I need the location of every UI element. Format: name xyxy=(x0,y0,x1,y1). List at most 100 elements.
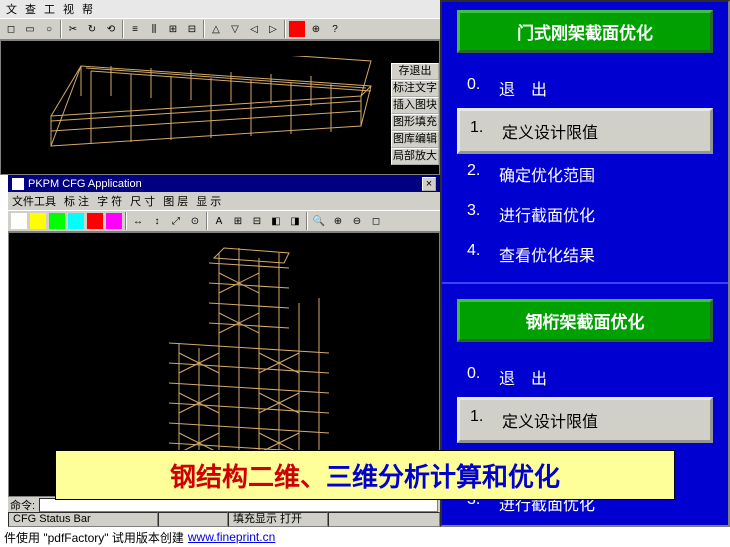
menu-file-tools[interactable]: 文件工具 xyxy=(12,193,56,209)
tool-button[interactable]: ✂ xyxy=(64,20,82,38)
tool-button[interactable]: ◻ xyxy=(2,20,20,38)
viewport-3d-top[interactable]: 存退出 标注文字 插入图块 图形填充 图库编辑 局部放大 xyxy=(0,40,440,175)
tool-button[interactable]: ⊕ xyxy=(307,20,325,38)
tool-button[interactable]: ◁ xyxy=(245,20,263,38)
menu-num: 2. xyxy=(467,162,487,186)
status-bar: CFG Status Bar 填充显示 打开 xyxy=(8,512,440,527)
menu-option[interactable]: 2. 确定优化范围 xyxy=(457,154,713,194)
app2-menubar: 文件工具 标 注 字 符 尺 寸 图 层 显 示 xyxy=(8,192,440,210)
menu-option[interactable]: 1. 定义设计限值 xyxy=(457,397,713,443)
app2-toolbar: ↔ ↕ ⤢ ⊙ A ⊞ ⊟ ◧ ◨ 🔍 ⊕ ⊖ ◻ xyxy=(8,210,440,232)
color-btn[interactable] xyxy=(105,212,123,230)
menu-num: 3. xyxy=(467,202,487,226)
tool-button[interactable]: A xyxy=(210,212,228,230)
tool-button[interactable]: ▷ xyxy=(264,20,282,38)
menu-num: 1. xyxy=(470,119,490,143)
menu-label: 定义设计限值 xyxy=(502,408,598,432)
tool-button[interactable]: ⊟ xyxy=(248,212,266,230)
tool-button[interactable]: ⊖ xyxy=(348,212,366,230)
side-btn-zoom[interactable]: 局部放大 xyxy=(391,148,439,165)
status-text: CFG Status Bar xyxy=(8,512,158,527)
tool-button[interactable]: ↻ xyxy=(83,20,101,38)
menu-characters[interactable]: 字 符 xyxy=(97,193,122,209)
color-btn[interactable] xyxy=(67,212,85,230)
tool-button[interactable]: △ xyxy=(207,20,225,38)
menu-item[interactable]: 查 xyxy=(23,1,38,17)
tool-button[interactable]: ⫼ xyxy=(145,20,163,38)
menu-dimensions[interactable]: 尺 寸 xyxy=(130,193,155,209)
status-coord xyxy=(158,512,228,527)
title-banner: 钢结构二维、三维分析计算和优化 xyxy=(55,450,675,500)
menu-num: 4. xyxy=(467,242,487,266)
side-btn-hatch[interactable]: 图形填充 xyxy=(391,114,439,131)
tool-button[interactable]: ○ xyxy=(40,20,58,38)
app2-title: PKPM CFG Application xyxy=(28,178,142,190)
color-btn[interactable] xyxy=(48,212,66,230)
command-area: 命令: CFG Status Bar 填充显示 打开 xyxy=(8,497,440,527)
tool-button[interactable]: ⊞ xyxy=(164,20,182,38)
footer-text: 件使用 "pdfFactory" 试用版本创建 xyxy=(4,529,184,546)
side-btn-lib-edit[interactable]: 图库编辑 xyxy=(391,131,439,148)
color-btn[interactable] xyxy=(29,212,47,230)
tool-button[interactable]: ⊙ xyxy=(186,212,204,230)
tool-button[interactable]: ◧ xyxy=(267,212,285,230)
panel1-title: 门式刚架截面优化 xyxy=(457,10,713,53)
menu-item[interactable]: 视 xyxy=(61,1,76,17)
menu-label: 退 出 xyxy=(499,365,547,389)
pdf-footer: 件使用 "pdfFactory" 试用版本创建 www.fineprint.cn xyxy=(0,527,730,547)
side-btn-insert-block[interactable]: 插入图块 xyxy=(391,97,439,114)
top-toolbar: ◻ ▭ ○ ✂ ↻ ⟲ ≡ ⫼ ⊞ ⊟ △ ▽ ◁ ▷ ⊕ ? xyxy=(0,18,440,40)
tool-button[interactable]: ≡ xyxy=(126,20,144,38)
menu-annotation[interactable]: 标 注 xyxy=(64,193,89,209)
menu-item[interactable]: 工 xyxy=(42,1,57,17)
close-button[interactable]: × xyxy=(422,177,436,191)
tool-button[interactable]: ↔ xyxy=(129,212,147,230)
menu-layers[interactable]: 图 层 xyxy=(163,193,188,209)
side-btn-annotate[interactable]: 标注文字 xyxy=(391,80,439,97)
side-btn-save-exit[interactable]: 存退出 xyxy=(391,63,439,80)
menu-label: 查看优化结果 xyxy=(499,242,595,266)
tool-button[interactable] xyxy=(288,20,306,38)
menu-label: 进行截面优化 xyxy=(499,202,595,226)
menu-num: 0. xyxy=(467,76,487,100)
tool-button[interactable]: ⊞ xyxy=(229,212,247,230)
tool-button[interactable]: ⊕ xyxy=(329,212,347,230)
tool-button[interactable]: ⟲ xyxy=(102,20,120,38)
status-empty xyxy=(328,512,440,527)
cmd-label: 命令: xyxy=(10,497,35,513)
menu-label: 确定优化范围 xyxy=(499,162,595,186)
color-btn[interactable] xyxy=(86,212,104,230)
tool-button[interactable]: ↕ xyxy=(148,212,166,230)
tool-button[interactable]: ▭ xyxy=(21,20,39,38)
top-menubar: 文 查 工 视 帮 xyxy=(0,0,440,18)
color-btn[interactable] xyxy=(10,212,28,230)
banner-text-2: 三维分析计算和优化 xyxy=(326,457,560,494)
menu-label: 定义设计限值 xyxy=(502,119,598,143)
tool-button[interactable]: ? xyxy=(326,20,344,38)
app2-toolbar-container: ↔ ↕ ⤢ ⊙ A ⊞ ⊟ ◧ ◨ 🔍 ⊕ ⊖ ◻ xyxy=(8,210,440,232)
menu-display[interactable]: 显 示 xyxy=(196,193,221,209)
menu-option[interactable]: 0.退 出 xyxy=(457,357,713,397)
app-icon xyxy=(12,178,24,190)
right-options-panel: 门式刚架截面优化 0.退 出1.定义设计限值2.确定优化范围3.进行截面优化4.… xyxy=(440,0,730,527)
tool-button[interactable]: ◨ xyxy=(286,212,304,230)
panel-section-1: 门式刚架截面优化 0. 退 出 1. 定义设计限值 2. 确定优化范围 3. 进行截面优化 4.… xyxy=(442,2,728,282)
menu-option[interactable]: 3. 进行截面优化 xyxy=(457,194,713,234)
top-app-window: 文 查 工 视 帮 ◻ ▭ ○ ✂ ↻ ⟲ ≡ ⫼ ⊞ ⊟ △ ▽ ◁ ▷ ⊕ … xyxy=(0,0,440,175)
tool-button[interactable]: ⤢ xyxy=(167,212,185,230)
banner-sep: 、 xyxy=(300,457,326,494)
menu-item[interactable]: 文 xyxy=(4,1,19,17)
banner-text-1: 钢结构二维 xyxy=(170,457,300,494)
tool-button[interactable]: ◻ xyxy=(367,212,385,230)
menu-option[interactable]: 4. 查看优化结果 xyxy=(457,234,713,274)
menu-item[interactable]: 帮 xyxy=(80,1,95,17)
wireframe-building-top xyxy=(31,56,381,166)
menu-label: 退 出 xyxy=(499,76,547,100)
tool-button[interactable]: 🔍 xyxy=(310,212,328,230)
footer-link[interactable]: www.fineprint.cn xyxy=(188,530,275,544)
menu-option[interactable]: 0. 退 出 xyxy=(457,68,713,108)
tool-button[interactable]: ▽ xyxy=(226,20,244,38)
menu-option[interactable]: 1. 定义设计限值 xyxy=(457,108,713,154)
menu-num: 1. xyxy=(470,408,490,432)
tool-button[interactable]: ⊟ xyxy=(183,20,201,38)
